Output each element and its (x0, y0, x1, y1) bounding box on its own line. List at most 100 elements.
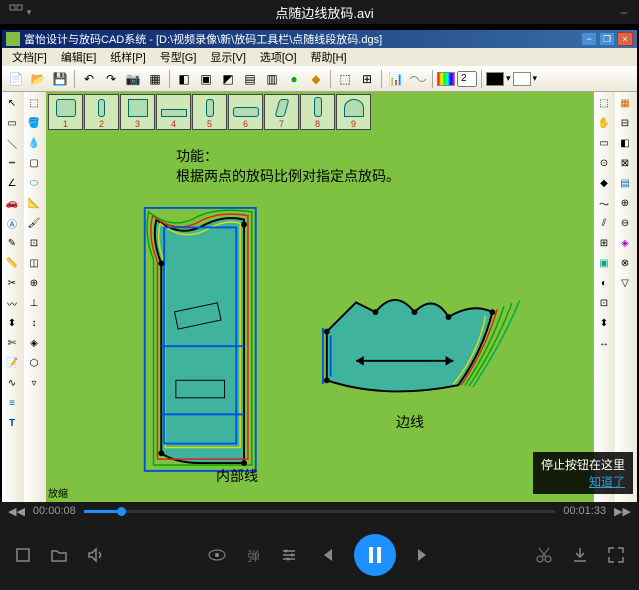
pattern-icon[interactable]: ◫ (24, 254, 44, 273)
scissors-icon[interactable]: ✄ (2, 334, 22, 353)
menu-size[interactable]: 号型[G] (154, 48, 203, 66)
color-dropdown-icon[interactable]: ▾ (506, 73, 511, 84)
r2-c-icon[interactable]: ◧ (615, 134, 635, 153)
r2-f-icon[interactable]: ⊕ (615, 194, 635, 213)
rewind-icon[interactable]: ◀◀ (8, 505, 25, 518)
pause-button[interactable] (354, 534, 396, 576)
notch-icon[interactable]: ⊥ (24, 294, 44, 313)
bucket-icon[interactable]: 🪣 (24, 114, 44, 133)
tool-a-icon[interactable]: ◧ (174, 69, 194, 89)
menu-help[interactable]: 帮助[H] (305, 48, 353, 66)
prev-track-icon[interactable] (318, 547, 334, 563)
stroke-width-input[interactable] (457, 71, 477, 87)
angle-icon[interactable]: ∠ (2, 174, 22, 193)
r-seam-icon[interactable]: ⫽ (594, 214, 614, 233)
camera-icon[interactable]: 📷 (123, 69, 143, 89)
menu-file[interactable]: 文档[F] (6, 48, 53, 66)
cylinder-icon[interactable]: ⬭ (24, 174, 44, 193)
next-track-icon[interactable] (416, 547, 432, 563)
progress-track[interactable] (84, 510, 556, 513)
menu-pattern[interactable]: 纸样[P] (104, 48, 151, 66)
progress-thumb[interactable] (117, 507, 126, 516)
wave2-icon[interactable]: ∿ (2, 374, 22, 393)
cut-icon[interactable]: ✂ (2, 274, 22, 293)
wave-icon[interactable] (408, 69, 428, 89)
tool-x-icon[interactable]: ⊡ (24, 234, 44, 253)
r-rect-icon[interactable]: ▭ (594, 134, 614, 153)
minimize-button[interactable]: − (581, 32, 597, 46)
size-swatch-2[interactable]: 2 (84, 94, 119, 130)
pen-icon[interactable]: ✎ (2, 234, 22, 253)
tool-w-icon[interactable]: ▿ (24, 374, 44, 393)
tool-f-icon[interactable]: ● (284, 69, 304, 89)
menu-view[interactable]: 显示[V] (204, 48, 251, 66)
size-swatch-1[interactable]: 1 (48, 94, 83, 130)
drop-icon[interactable]: 💧 (24, 134, 44, 153)
r2-e-icon[interactable]: ▤ (615, 174, 635, 193)
r2-i-icon[interactable]: ⊗ (615, 254, 635, 273)
tool-e-icon[interactable]: ▥ (262, 69, 282, 89)
text-icon[interactable]: T (2, 414, 22, 433)
r2-h-icon[interactable]: ◈ (615, 234, 635, 253)
tool-g-icon[interactable]: ◆ (306, 69, 326, 89)
maximize-button[interactable]: ❐ (599, 32, 615, 46)
snap-icon[interactable]: ⊕ (24, 274, 44, 293)
volume-icon[interactable] (86, 546, 104, 564)
chart-icon[interactable]: 📊 (386, 69, 406, 89)
close-button[interactable]: × (617, 32, 633, 46)
r-hand-icon[interactable]: ✋ (594, 114, 614, 133)
dash-icon[interactable]: ┅ (2, 154, 22, 173)
r-tool-e-icon[interactable]: ⬍ (594, 314, 614, 333)
size-swatch-9[interactable]: 9 (336, 94, 371, 130)
tool-h-icon[interactable]: ⬚ (335, 69, 355, 89)
size-swatch-6[interactable]: 6 (228, 94, 263, 130)
table-icon[interactable]: ▦ (145, 69, 165, 89)
tool-z-icon[interactable]: ⬡ (24, 354, 44, 373)
canvas[interactable]: 1 2 3 4 5 6 7 8 9 功能： 根据两点的放码比例对指定点放码。 (46, 92, 593, 502)
color-black[interactable] (486, 72, 504, 86)
curve-icon[interactable]: 〰 (2, 294, 22, 313)
redo-icon[interactable]: ↷ (101, 69, 121, 89)
size-swatch-7[interactable]: 7 (264, 94, 299, 130)
line-icon[interactable]: ＼ (2, 134, 22, 153)
tool-c-icon[interactable]: ◩ (218, 69, 238, 89)
tool-i-icon[interactable]: ⊞ (357, 69, 377, 89)
size-swatch-8[interactable]: 8 (300, 94, 335, 130)
download-icon[interactable] (571, 546, 589, 564)
measure-icon[interactable]: 📐 (24, 194, 44, 213)
fullscreen-icon[interactable] (607, 546, 625, 564)
r-tool-b-icon[interactable]: ▣ (594, 254, 614, 273)
playlist-toggle-icon[interactable] (9, 4, 23, 21)
r2-b-icon[interactable]: ⊟ (615, 114, 635, 133)
new-icon[interactable]: 📄 (6, 69, 26, 89)
ruler-icon[interactable]: 📏 (2, 254, 22, 273)
r2-j-icon[interactable]: ▽ (615, 274, 635, 293)
menu-edit[interactable]: 编辑[E] (55, 48, 102, 66)
menu-option[interactable]: 选项[O] (254, 48, 303, 66)
stitch-icon[interactable]: ≡ (2, 394, 22, 413)
tool-d-icon[interactable]: ▤ (240, 69, 260, 89)
tooltip-dismiss-link[interactable]: 知道了 (589, 475, 625, 489)
r-tool-d-icon[interactable]: ⊡ (594, 294, 614, 313)
danmu-toggle[interactable]: 弹 (247, 546, 260, 565)
size-swatch-5[interactable]: 5 (192, 94, 227, 130)
size-swatch-4[interactable]: 4 (156, 94, 191, 130)
color-dropdown-icon-2[interactable]: ▾ (533, 73, 538, 84)
tool-b-icon[interactable]: ▣ (196, 69, 216, 89)
stop-icon[interactable] (14, 546, 32, 564)
grade-icon[interactable]: ⬍ (2, 314, 22, 333)
open-icon[interactable]: 📂 (28, 69, 48, 89)
color-picker-1[interactable] (437, 72, 455, 86)
rect-icon[interactable]: ▭ (2, 114, 22, 133)
pointer-icon[interactable]: ↖ (2, 94, 22, 113)
size-swatch-3[interactable]: 3 (120, 94, 155, 130)
r2-a-icon[interactable]: ▦ (615, 94, 635, 113)
undo-icon[interactable]: ↶ (79, 69, 99, 89)
note-icon[interactable]: 📝 (2, 354, 22, 373)
player-menu-icon[interactable]: – (609, 5, 639, 19)
r-tool-a-icon[interactable]: ⊞ (594, 234, 614, 253)
brush-icon[interactable]: 🖌 (24, 214, 44, 233)
grain-icon[interactable]: ↕ (24, 314, 44, 333)
settings-icon[interactable] (280, 546, 298, 564)
color-white[interactable] (513, 72, 531, 86)
